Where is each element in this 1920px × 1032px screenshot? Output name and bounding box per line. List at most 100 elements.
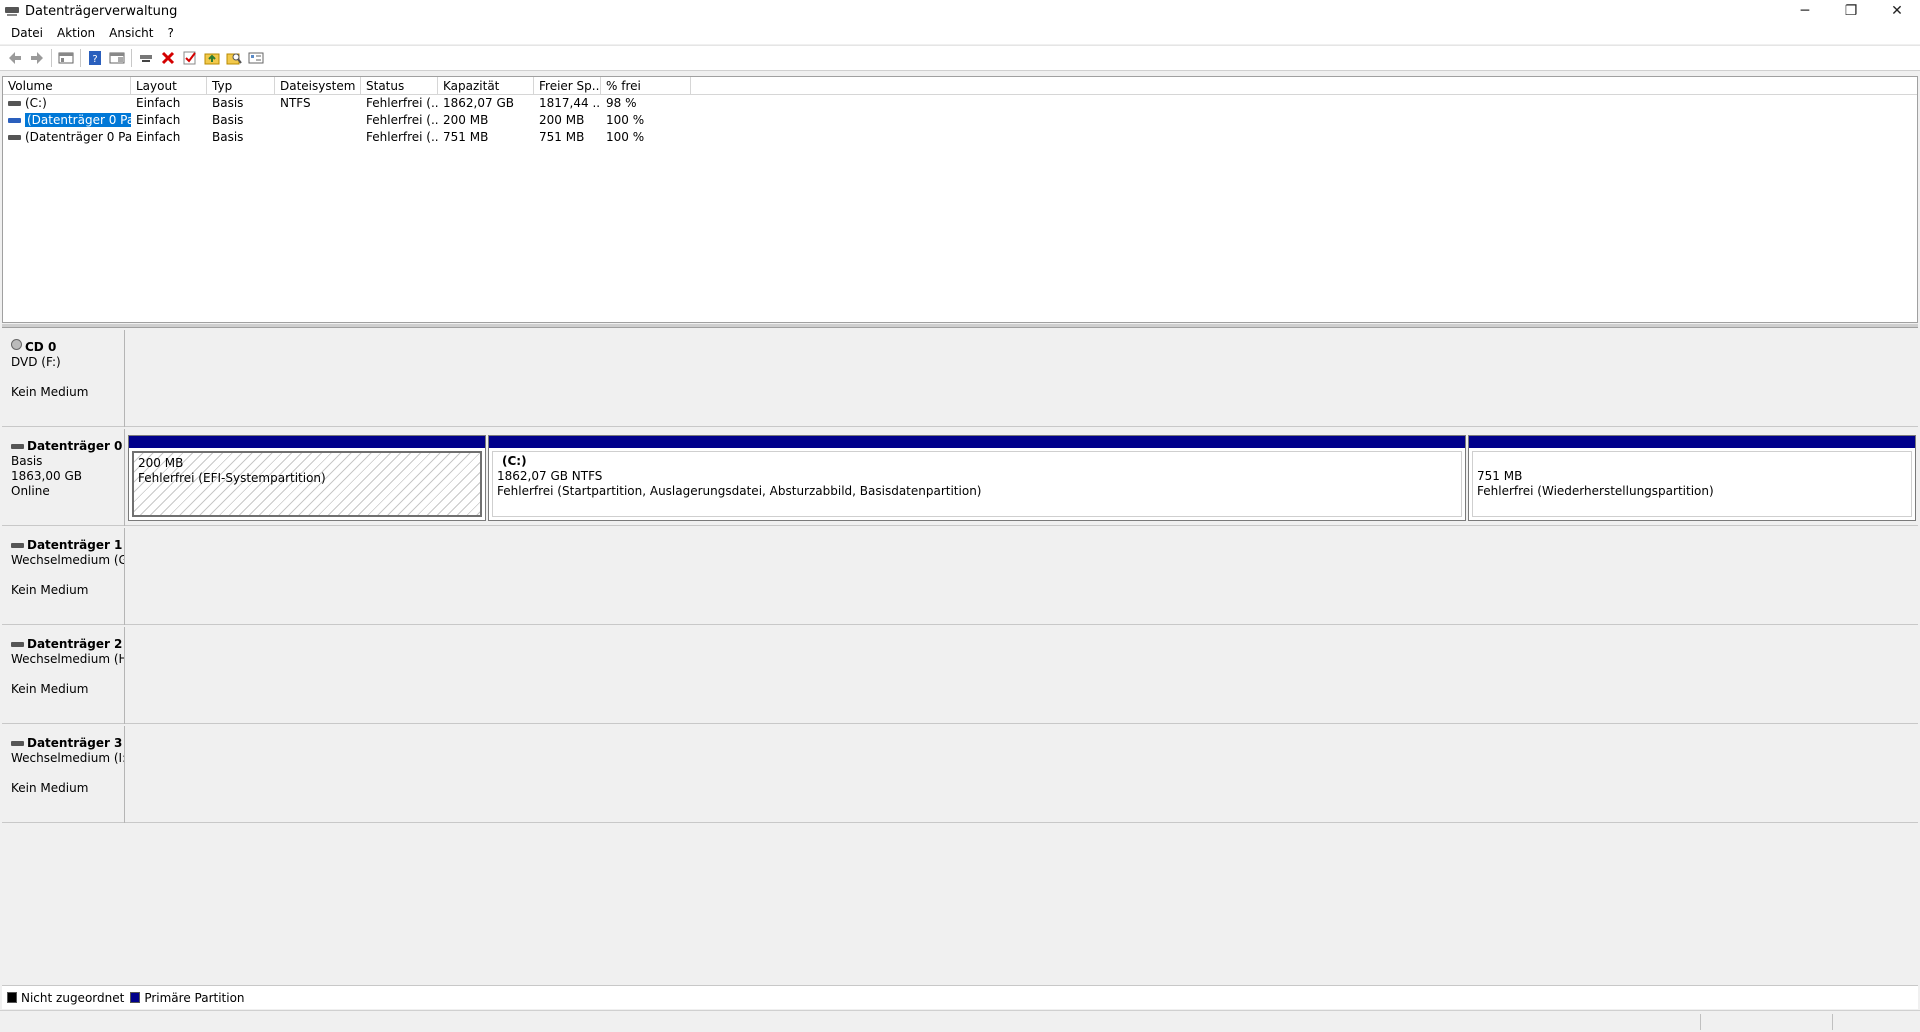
column-header-status[interactable]: Status [361, 77, 438, 94]
folder-up-icon[interactable] [201, 48, 223, 68]
back-icon[interactable] [4, 48, 26, 68]
table-cell: Basis [212, 113, 244, 127]
legend-item-unallocated: Nicht zugeordnet [7, 991, 124, 1005]
partition-size: 200 MB [138, 456, 184, 470]
table-cell: Fehlerfrei (... [366, 96, 438, 110]
volume-name: (Datenträger 0 Par... [25, 113, 131, 127]
help-icon[interactable]: ? [84, 48, 106, 68]
toolbar-separator [80, 49, 81, 67]
svg-text:?: ? [92, 54, 97, 65]
partition-size: 1862,07 GB NTFS [497, 469, 603, 483]
column-header-dateisystem[interactable]: Dateisystem [275, 77, 361, 94]
partition-efi[interactable]: 200 MB Fehlerfrei (EFI-Systempartition) [128, 435, 486, 521]
table-cell: 751 MB [539, 130, 585, 144]
connect-disk-icon[interactable] [135, 48, 157, 68]
maximize-button[interactable]: ❐ [1828, 0, 1874, 22]
disk-area[interactable] [126, 330, 1918, 427]
table-cell: Fehlerfrei (... [366, 113, 438, 127]
legend: Nicht zugeordnet Primäre Partition [2, 985, 1918, 1009]
status-bar-separator [1700, 1014, 1701, 1030]
disk-status: Kein Medium [11, 385, 89, 399]
disk-name: Datenträger 3 [27, 736, 123, 750]
legend-item-primary: Primäre Partition [130, 991, 245, 1005]
table-cell [275, 129, 361, 146]
disk-label[interactable]: Datenträger 2 Wechselmedium (H Kein Medi… [2, 627, 125, 724]
disk-type: Wechselmedium (G: [11, 553, 124, 567]
table-cell: Einfach [136, 130, 181, 144]
table-cell: 1862,07 GB [443, 96, 514, 110]
legend-swatch [130, 992, 141, 1003]
minimize-button[interactable]: ─ [1782, 0, 1828, 22]
title-bar: Datenträgerverwaltung ─ ❐ ✕ [0, 0, 1920, 22]
disk-type: Basis [11, 454, 43, 468]
table-cell: Basis [212, 96, 244, 110]
table-row[interactable]: (C:) Einfach Basis NTFS Fehlerfrei (... … [3, 95, 1917, 112]
toolbar-separator [51, 49, 52, 67]
partition-color-bar [489, 436, 1465, 448]
disk-type: Wechselmedium (H [11, 652, 124, 666]
column-header-typ[interactable]: Typ [207, 77, 275, 94]
close-button[interactable]: ✕ [1874, 0, 1920, 22]
table-cell: 98 % [606, 96, 637, 110]
disk-row-disk3: Datenträger 3 Wechselmedium (I:) Kein Me… [2, 726, 1918, 823]
console-tree-icon[interactable] [55, 48, 77, 68]
delete-icon[interactable] [157, 48, 179, 68]
disk-row-disk2: Datenträger 2 Wechselmedium (H Kein Medi… [2, 627, 1918, 724]
disk-row-disk1: Datenträger 1 Wechselmedium (G: Kein Med… [2, 528, 1918, 625]
partition-c[interactable]: (C:) 1862,07 GB NTFS Fehlerfrei (Startpa… [488, 435, 1466, 521]
search-folder-icon[interactable] [223, 48, 245, 68]
partition-color-bar [129, 436, 485, 448]
cd-drive-icon [11, 339, 22, 350]
table-cell: Fehlerfrei (... [366, 130, 438, 144]
column-header-kapazitaet[interactable]: Kapazität [438, 77, 534, 94]
disk-area[interactable] [126, 627, 1918, 724]
check-icon[interactable] [179, 48, 201, 68]
removable-disk-icon [11, 543, 24, 548]
table-cell: 100 % [606, 130, 645, 144]
volume-icon [8, 118, 21, 123]
table-cell: NTFS [280, 96, 311, 110]
volume-list-header: Volume Layout Typ Dateisystem Status Kap… [3, 77, 1917, 95]
volume-list: Volume Layout Typ Dateisystem Status Kap… [2, 76, 1918, 323]
column-header-prozent-frei[interactable]: % frei [601, 77, 691, 94]
menu-datei[interactable]: Datei [4, 26, 50, 40]
menu-aktion[interactable]: Aktion [50, 26, 102, 40]
disk-row-cd0: CD 0 DVD (F:) Kein Medium [2, 330, 1918, 427]
disk-label[interactable]: Datenträger 0 Basis 1863,00 GB Online [2, 429, 125, 526]
disk-status: Online [11, 484, 50, 498]
volume-name: (C:) [25, 96, 47, 110]
properties-icon[interactable] [106, 48, 128, 68]
disk-label[interactable]: Datenträger 3 Wechselmedium (I:) Kein Me… [2, 726, 125, 823]
table-cell: 200 MB [443, 113, 489, 127]
volume-name: (Datenträger 0 Par... [25, 130, 131, 144]
partition-size: 751 MB [1477, 469, 1523, 483]
pane-splitter[interactable] [2, 324, 1918, 328]
disk-area[interactable] [126, 726, 1918, 823]
column-header-volume[interactable]: Volume [3, 77, 131, 94]
disk-status: Kein Medium [11, 682, 89, 696]
table-row-selected[interactable]: (Datenträger 0 Par... Einfach Basis Fehl… [3, 112, 1917, 129]
legend-label: Nicht zugeordnet [21, 990, 125, 1005]
table-row[interactable]: (Datenträger 0 Par... Einfach Basis Fehl… [3, 129, 1917, 146]
partition-recovery[interactable]: 751 MB Fehlerfrei (Wiederherstellungspar… [1468, 435, 1916, 521]
disk-map: CD 0 DVD (F:) Kein Medium Datenträger 0 … [2, 330, 1918, 980]
table-cell: Basis [212, 130, 244, 144]
disk-size [11, 667, 124, 682]
partition-status: Fehlerfrei (EFI-Systempartition) [138, 471, 326, 485]
disk-label[interactable]: CD 0 DVD (F:) Kein Medium [2, 330, 125, 427]
disk-area[interactable] [126, 528, 1918, 625]
toolbar-separator [131, 49, 132, 67]
settings-list-icon[interactable] [245, 48, 267, 68]
disk-size [11, 370, 124, 385]
disk-row-disk0: Datenträger 0 Basis 1863,00 GB Online 20… [2, 429, 1918, 526]
status-bar-separator [1832, 1014, 1833, 1030]
menu-ansicht[interactable]: Ansicht [102, 26, 160, 40]
column-header-layout[interactable]: Layout [131, 77, 207, 94]
column-header-freier-speicher[interactable]: Freier Sp... [534, 77, 601, 94]
forward-icon[interactable] [26, 48, 48, 68]
disk-label[interactable]: Datenträger 1 Wechselmedium (G: Kein Med… [2, 528, 125, 625]
window-controls: ─ ❐ ✕ [1782, 0, 1920, 22]
menu-help[interactable]: ? [160, 26, 180, 40]
table-cell: 200 MB [539, 113, 585, 127]
disk-type: Wechselmedium (I:) [11, 751, 124, 765]
